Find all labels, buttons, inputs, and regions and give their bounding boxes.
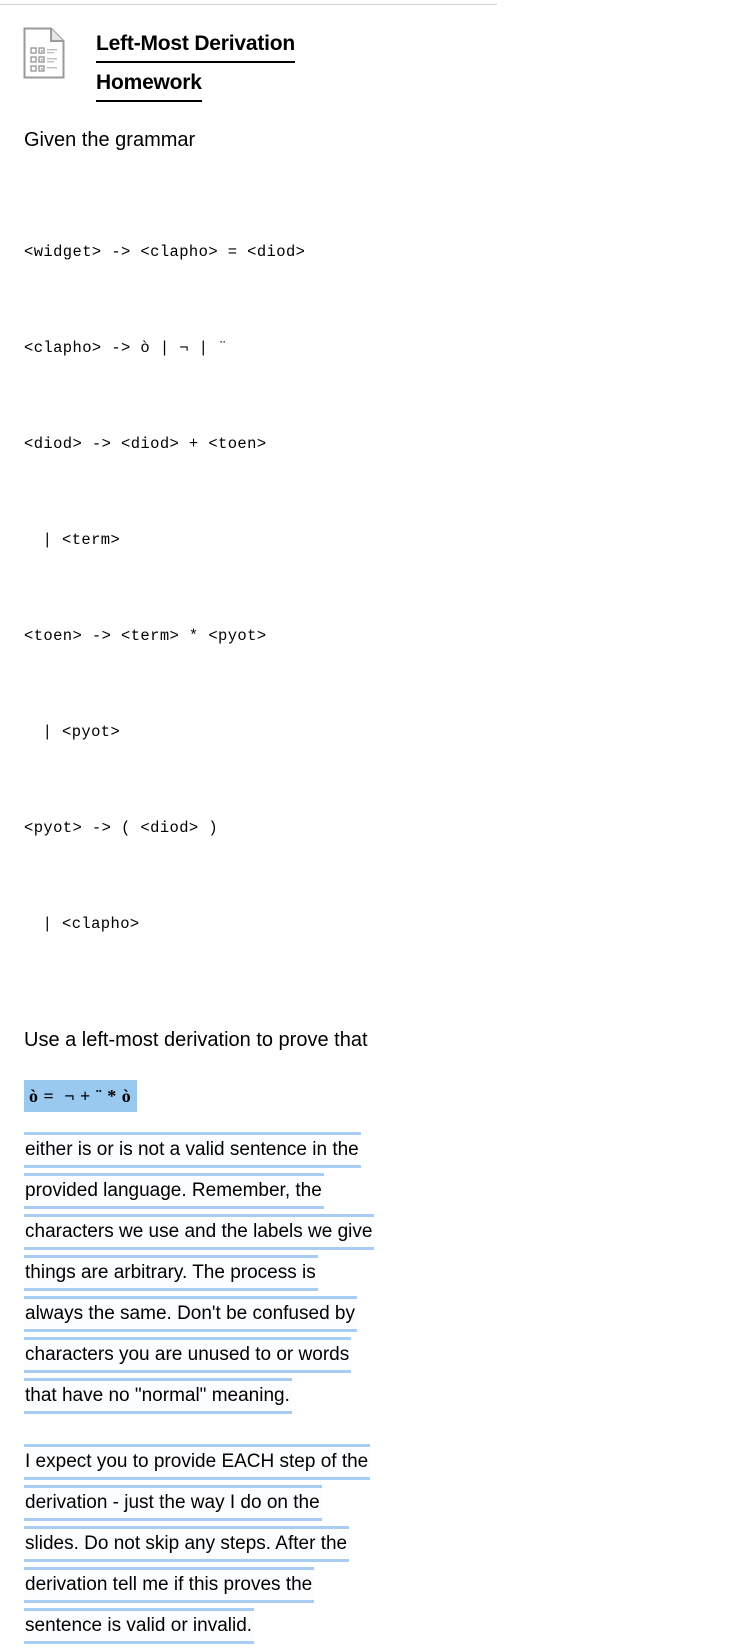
paragraph-two: I expect you to provide EACH step of the…: [24, 1444, 740, 1644]
formula-container: ò = ¬ + ¨ * ò: [24, 1080, 740, 1112]
grammar-rule-alternative: | <pyot>: [42, 723, 121, 741]
page-title: Left-Most Derivation Homework: [96, 20, 295, 104]
text-line: derivation tell me if this proves the: [24, 1567, 315, 1603]
grammar-rule-alternative: | <term>: [42, 531, 121, 549]
paragraph-one: either is or is not a valid sentence in …: [24, 1132, 740, 1414]
text-line: slides. Do not skip any steps. After the: [24, 1526, 350, 1562]
document-file-icon: [22, 26, 66, 80]
prompt-text: Use a left-most derivation to prove that: [24, 1029, 368, 1051]
text-line: either is or is not a valid sentence in …: [24, 1132, 361, 1168]
grammar-block: <widget> -> <clapho> = <diod> <clapho> -…: [24, 172, 740, 1004]
grammar-rule-alternative: | <clapho>: [42, 915, 140, 933]
document-header: Left-Most Derivation Homework: [0, 0, 740, 104]
grammar-rule: <pyot> -> ( <diod> ): [24, 819, 219, 837]
text-line: that have no "normal" meaning.: [24, 1378, 292, 1414]
text-line: derivation - just the way I do on the: [24, 1485, 322, 1521]
page-title-line-1: Left-Most Derivation: [96, 26, 295, 63]
text-line: always the same. Don't be confused by: [24, 1296, 357, 1332]
page-title-line-2: Homework: [96, 65, 202, 102]
intro-text: Given the grammar: [24, 129, 196, 151]
text-line: provided language. Remember, the: [24, 1173, 324, 1209]
document-page: Left-Most Derivation Homework Given the …: [0, 0, 740, 1649]
text-line: things are arbitrary. The process is: [24, 1255, 318, 1291]
text-line: I expect you to provide EACH step of the: [24, 1444, 371, 1480]
grammar-rule: <diod> -> <diod> + <toen>: [24, 435, 267, 453]
grammar-rule: <toen> -> <term> * <pyot>: [24, 627, 267, 645]
highlighted-formula: ò = ¬ + ¨ * ò: [24, 1080, 138, 1112]
grammar-rule: <widget> -> <clapho> = <diod>: [24, 243, 306, 261]
text-line: characters you are unused to or words: [24, 1337, 352, 1373]
text-line: sentence is valid or invalid.: [24, 1608, 255, 1644]
text-line: characters we use and the labels we give: [24, 1214, 375, 1250]
grammar-rule: <clapho> -> ò | ¬ | ¨: [24, 339, 228, 357]
